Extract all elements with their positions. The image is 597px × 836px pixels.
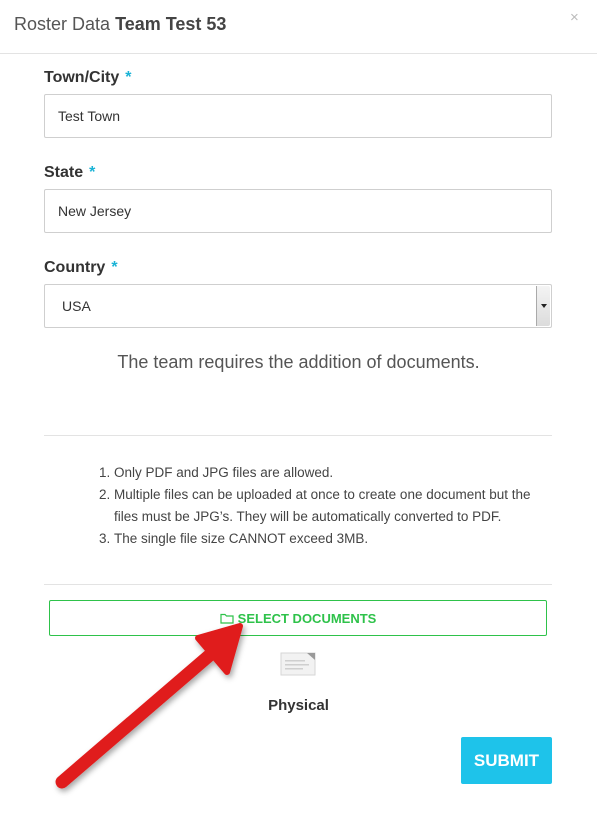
country-label: Country * xyxy=(44,259,118,277)
rule-item: The single file size CANNOT exceed 3MB. xyxy=(114,528,540,550)
state-label: State * xyxy=(44,164,95,182)
document-icon xyxy=(280,652,316,676)
documents-notice: The team requires the addition of docume… xyxy=(117,352,480,372)
town-field[interactable] xyxy=(44,94,552,138)
town-label: Town/City * xyxy=(44,69,131,87)
submit-button[interactable]: SUBMIT xyxy=(461,737,552,784)
town-label-text: Town/City xyxy=(44,69,120,86)
country-select[interactable]: USA xyxy=(44,284,552,328)
select-documents-label: SELECT DOCUMENTS xyxy=(237,610,377,626)
rule-item: Only PDF and JPG files are allowed. xyxy=(114,462,540,484)
document-type-label: Physical xyxy=(268,697,329,714)
dropdown-arrow-icon[interactable] xyxy=(536,286,550,326)
required-marker: * xyxy=(89,164,96,181)
rule-item: Multiple files can be uploaded at once t… xyxy=(114,484,540,528)
close-icon[interactable]: × xyxy=(570,10,579,26)
required-marker: * xyxy=(111,259,118,276)
folder-icon xyxy=(220,613,234,624)
country-label-text: Country xyxy=(44,259,106,276)
title-team: Team Test 53 xyxy=(115,14,227,34)
modal-title: Roster Data Team Test 53 xyxy=(14,14,226,35)
required-marker: * xyxy=(125,69,132,86)
country-select-value: USA xyxy=(62,298,91,314)
select-documents-button[interactable]: SELECT DOCUMENTS xyxy=(49,600,547,636)
divider xyxy=(44,435,552,436)
state-label-text: State xyxy=(44,164,84,181)
modal-header: Roster Data Team Test 53 × xyxy=(0,0,597,54)
state-field[interactable] xyxy=(44,189,552,233)
roster-data-modal: Roster Data Team Test 53 × Town/City * St… xyxy=(0,0,597,836)
divider xyxy=(44,584,552,585)
title-prefix: Roster Data xyxy=(14,14,111,34)
upload-rules: Only PDF and JPG files are allowed. Mult… xyxy=(100,462,540,550)
